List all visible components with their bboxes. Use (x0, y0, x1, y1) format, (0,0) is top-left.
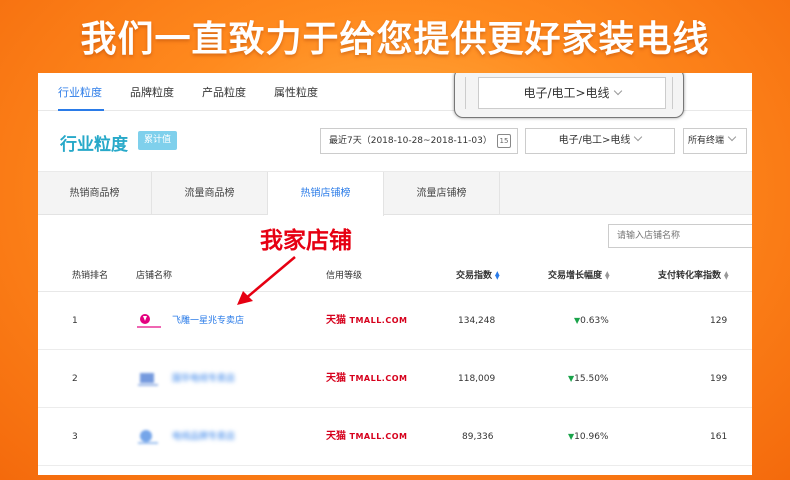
chevron-down-icon (634, 132, 643, 142)
terminal-select[interactable]: 所有终端 (683, 128, 747, 154)
tab-brand[interactable]: 品牌粒度 (130, 84, 174, 100)
growth-cell: ▼10.96% (568, 408, 608, 466)
col-conversion-label: 支付转化率指数 (658, 271, 722, 281)
tmall-en: TMALL.COM (349, 432, 408, 441)
tab-hot-products[interactable]: 热销商品榜 (38, 172, 152, 215)
col-conversion[interactable]: 支付转化率指数 ▲ ▼ (658, 260, 729, 292)
tab-hot-shops[interactable]: 热销店铺榜 (268, 172, 384, 216)
chevron-down-icon (727, 132, 737, 142)
shop-name-link[interactable]: 国华电线专卖店 (172, 350, 235, 408)
tab-industry[interactable]: 行业粒度 (58, 84, 102, 100)
tmall-en: TMALL.COM (349, 374, 408, 383)
shop-name-link[interactable]: 电线品牌专卖店 (172, 408, 235, 466)
terminal-label: 所有终端 (688, 136, 725, 146)
category-select[interactable]: 电子/电工>电线 (525, 128, 675, 154)
rank-cell: 1 (72, 316, 78, 326)
my-shop-annotation: 我家店铺 (260, 228, 352, 254)
zoom-edge-right (672, 77, 678, 109)
growth-cell: ▼0.63% (574, 292, 609, 350)
table-row: 1 飞雕一星兆专卖店 天猫 TMALL.COM 134,248 ▼0.63% 1… (38, 292, 752, 350)
date-range-label: 最近7天（2018-10-28~2018-11-03） (329, 136, 492, 146)
shop-logo-icon (138, 373, 158, 386)
calendar-icon[interactable]: 15 (497, 134, 511, 148)
conversion-cell: 161 (710, 432, 728, 442)
conversion-cell: 199 (710, 374, 728, 384)
tmall-logo: 天猫 TMALL.COM (326, 292, 407, 350)
tmall-cn: 天猫 (326, 431, 346, 442)
table-row: 2 国华电线专卖店 天猫 TMALL.COM 118,009 ▼15.50% 1… (38, 350, 752, 408)
tmall-cn: 天猫 (326, 373, 346, 384)
col-credit: 信用等级 (326, 271, 363, 281)
page-title: 行业粒度 (60, 135, 128, 155)
tmall-en: TMALL.COM (349, 316, 408, 325)
rank-cell: 3 (72, 432, 78, 442)
trade-index-cell: 134,248 (458, 316, 496, 326)
zoom-category-label: 电子/电工>电线 (523, 86, 610, 100)
growth-value: 15.50% (574, 374, 609, 384)
tmall-logo: 天猫 TMALL.COM (326, 408, 407, 466)
trade-index-cell: 89,336 (462, 432, 494, 442)
shop-search-input[interactable] (608, 224, 752, 248)
active-tab-underline (58, 109, 104, 111)
growth-cell: ▼15.50% (568, 350, 608, 408)
growth-value: 0.63% (580, 316, 609, 326)
trade-index-cell: 118,009 (458, 374, 496, 384)
sort-icon: ▲ ▼ (724, 269, 729, 281)
annotation-arrow-icon (237, 256, 296, 305)
promo-banner: 我们一直致力于给您提供更好家装电线 (80, 19, 710, 60)
tmall-logo: 天猫 TMALL.COM (326, 350, 407, 408)
shop-logo-icon (137, 314, 161, 328)
zoom-callout: 电子/电工>电线 (454, 73, 684, 118)
conversion-cell: 129 (710, 316, 728, 326)
chevron-down-icon (613, 86, 622, 96)
col-trade-index-label: 交易指数 (456, 271, 493, 281)
rank-cell: 2 (72, 374, 78, 384)
table-row: 3 电线品牌专卖店 天猫 TMALL.COM 89,336 ▼10.96% 16… (38, 408, 752, 466)
tmall-cn: 天猫 (326, 315, 346, 326)
tab-traffic-shops[interactable]: 流量店铺榜 (384, 172, 500, 215)
zoom-edge-left (460, 77, 466, 109)
growth-value: 10.96% (574, 432, 609, 442)
date-range-picker[interactable]: 最近7天（2018-10-28~2018-11-03） 15 (320, 128, 518, 154)
col-growth-label: 交易增长幅度 (548, 271, 603, 281)
zoom-category-select[interactable]: 电子/电工>电线 (478, 77, 666, 109)
analytics-panel: 行业粒度 品牌粒度 产品粒度 属性粒度 电子/电工>电线 行业粒度 累计值 最近… (38, 73, 752, 475)
cumulative-badge: 累计值 (138, 131, 178, 150)
col-rank: 热销排名 (72, 271, 109, 281)
ranking-tabs: 热销商品榜 流量商品榜 热销店铺榜 流量店铺榜 (38, 171, 752, 216)
shop-logo-icon (138, 430, 158, 444)
table-header: 热销排名 店铺名称 信用等级 交易指数 ▲ ▼ 交易增长幅度 ▲ ▼ 支付转化率指数 ▲ ▼ (38, 260, 752, 292)
tab-attribute[interactable]: 属性粒度 (274, 84, 318, 100)
col-growth[interactable]: 交易增长幅度 ▲ ▼ (548, 260, 610, 292)
tab-traffic-products[interactable]: 流量商品榜 (152, 172, 268, 215)
tab-product[interactable]: 产品粒度 (202, 84, 246, 100)
category-label: 电子/电工>电线 (558, 135, 631, 146)
col-shop: 店铺名称 (136, 271, 173, 281)
col-trade-index[interactable]: 交易指数 ▲ ▼ (456, 260, 500, 292)
sort-icon: ▲ ▼ (495, 269, 500, 281)
sort-icon: ▲ ▼ (605, 269, 610, 281)
